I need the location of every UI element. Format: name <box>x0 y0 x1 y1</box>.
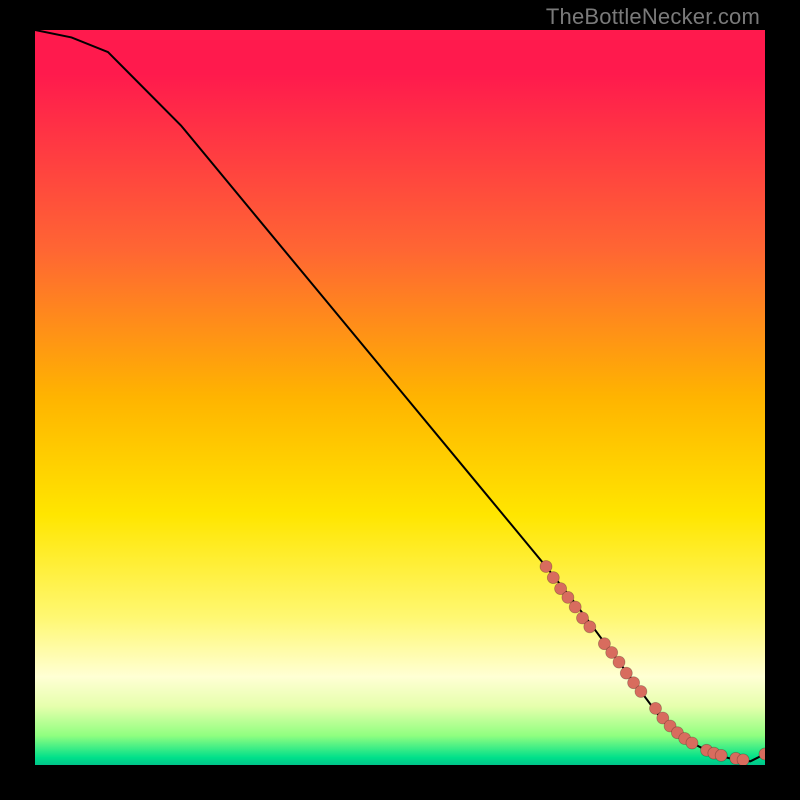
data-point <box>635 686 647 698</box>
plot-area <box>35 30 765 765</box>
watermark-text: TheBottleNecker.com <box>546 4 760 30</box>
data-point <box>715 749 727 761</box>
data-point <box>540 561 552 573</box>
data-point <box>613 656 625 668</box>
data-point <box>569 601 581 613</box>
data-point <box>547 572 559 584</box>
bottleneck-curve <box>35 30 765 761</box>
data-point <box>737 754 749 765</box>
sample-points-group <box>540 561 765 766</box>
chart-container: TheBottleNecker.com <box>0 0 800 800</box>
data-point <box>584 621 596 633</box>
chart-overlay <box>35 30 765 765</box>
data-point <box>759 748 765 760</box>
data-point <box>686 737 698 749</box>
